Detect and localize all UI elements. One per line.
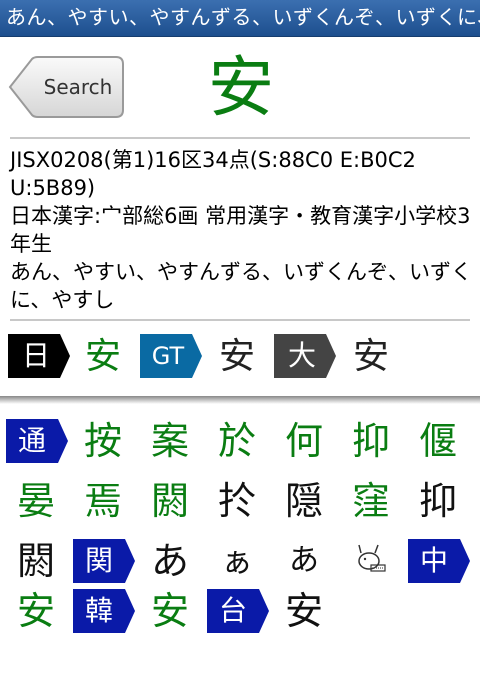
divider <box>10 319 470 321</box>
related-kanji[interactable]: 扵 <box>205 472 269 530</box>
variant-tag-label: GT <box>151 342 185 370</box>
related-kanji[interactable]: 按 <box>71 412 135 470</box>
search-back-button[interactable]: Search <box>8 56 124 118</box>
section-divider <box>0 396 480 404</box>
related-tag-label: 中 <box>419 544 448 577</box>
divider <box>10 137 470 139</box>
variant-row: 日 安 GT 安 大 安 <box>8 330 474 382</box>
related-tag-label: 関 <box>84 544 113 577</box>
related-kanji[interactable]: 偃 <box>406 412 470 470</box>
related-tag[interactable]: 台 <box>205 582 269 640</box>
related-tag[interactable]: 中 <box>406 532 470 590</box>
search-button-label: Search <box>43 75 113 99</box>
variant-tag-label: 日 <box>21 339 50 372</box>
related-kanji[interactable]: 隠 <box>272 472 336 530</box>
info-readings-line: あん、やすい、やすんずる、いずくんぞ、いずくに、やすし <box>10 260 472 312</box>
related-kanji[interactable]: 窪 <box>339 472 403 530</box>
related-kanji[interactable]: 抑 <box>406 472 470 530</box>
main-kanji: 安 <box>208 49 274 126</box>
related-kanji[interactable]: 安 <box>272 582 336 640</box>
related-tag-label: 台 <box>218 594 247 627</box>
related-kanji[interactable]: 閼 <box>138 472 202 530</box>
related-tag-label: 韓 <box>84 594 113 627</box>
variant-char[interactable]: 安 <box>346 332 396 382</box>
related-kanji[interactable]: 何 <box>272 412 336 470</box>
related-kanji[interactable]: 安 <box>4 582 68 640</box>
related-kanji[interactable]: 安 <box>138 582 202 640</box>
title-text: あん、やすい、やすんずる、いずくんぞ、いずくに、やすし <box>6 5 480 29</box>
info-radical-line: 日本漢字:宀部総6画 常用漢字・教育漢字小学校3年生 <box>10 204 471 256</box>
related-kanji[interactable]: 於 <box>205 412 269 470</box>
variant-char[interactable]: 安 <box>212 332 262 382</box>
related-glyph-icon[interactable] <box>339 532 403 590</box>
variant-char[interactable]: 安 <box>78 332 128 382</box>
related-tag[interactable]: 通 <box>4 412 68 470</box>
related-kanji[interactable]: 抑 <box>339 412 403 470</box>
related-tag-label: 通 <box>17 424 46 457</box>
related-kanji[interactable]: 焉 <box>71 472 135 530</box>
variant-tag-label: 大 <box>287 339 316 372</box>
related-kanji[interactable]: 案 <box>138 412 202 470</box>
kanji-info: JISX0208(第1)16区34点(S:88C0 E:B0C2 U:5B89)… <box>10 146 472 314</box>
related-kanji[interactable]: 晏 <box>4 472 68 530</box>
title-bar: あん、やすい、やすんずる、いずくんぞ、いずくに、やすし <box>0 0 480 37</box>
related-tag[interactable]: 韓 <box>71 582 135 640</box>
info-code-line: JISX0208(第1)16区34点(S:88C0 E:B0C2 U:5B89) <box>10 148 416 200</box>
